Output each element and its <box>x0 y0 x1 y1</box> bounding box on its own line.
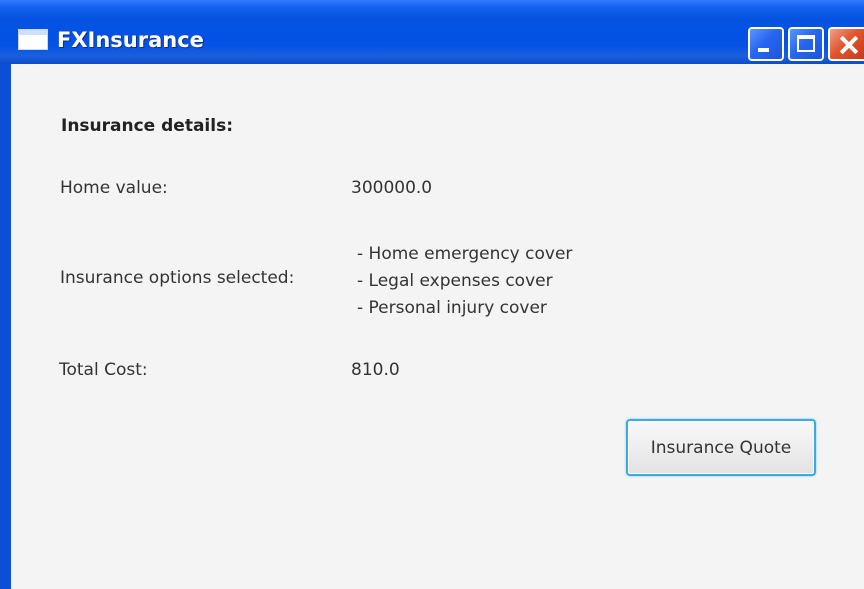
title-bar[interactable]: FXInsurance <box>0 0 864 64</box>
close-icon <box>830 29 864 59</box>
minimize-button[interactable] <box>748 27 784 61</box>
total-cost-label: Total Cost: <box>59 360 148 380</box>
insurance-quote-button[interactable]: Insurance Quote <box>626 419 816 476</box>
window-app-icon <box>18 29 48 50</box>
maximize-icon <box>797 35 815 52</box>
close-button[interactable] <box>828 27 864 61</box>
minimize-icon <box>758 48 769 52</box>
content-pane: Insurance details: Home value: 300000.0 … <box>11 64 864 589</box>
home-value-label: Home value: <box>60 178 168 198</box>
total-cost-value: 810.0 <box>351 360 400 380</box>
list-item-option-personal-injury: - Personal injury cover <box>357 298 547 318</box>
list-item-option-home-emergency: - Home emergency cover <box>357 244 573 264</box>
options-label: Insurance options selected: <box>60 268 295 288</box>
app-window: FXInsurance Insurance details: Home valu… <box>0 0 864 589</box>
window-title: FXInsurance <box>57 28 204 52</box>
details-heading: Insurance details: <box>61 116 234 136</box>
options-list: - Home emergency cover - Legal expenses … <box>357 241 572 322</box>
maximize-button[interactable] <box>788 27 824 61</box>
list-item-option-legal-expenses: - Legal expenses cover <box>357 271 553 291</box>
home-value: 300000.0 <box>351 178 433 198</box>
